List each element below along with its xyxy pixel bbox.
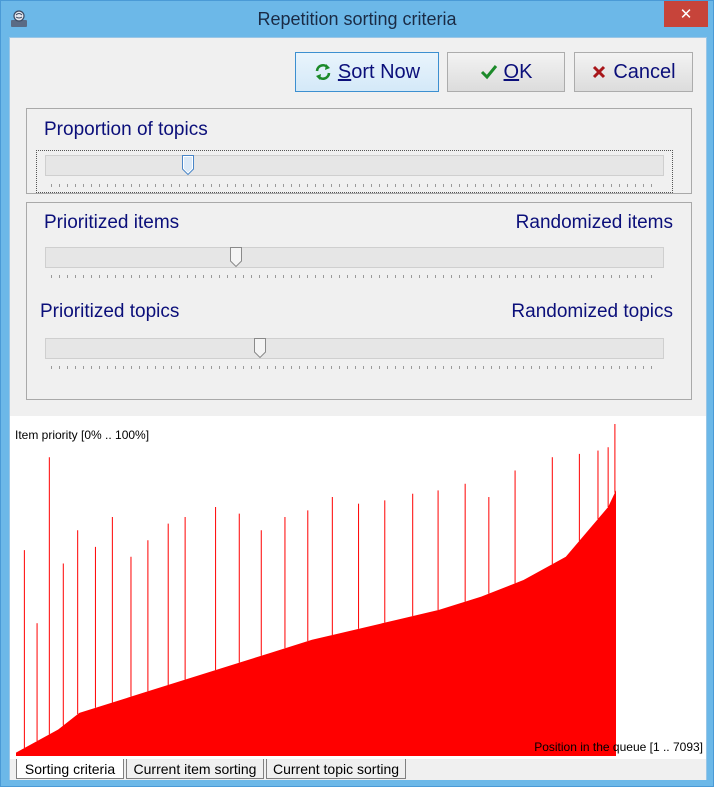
topics-slider-thumb[interactable]	[181, 155, 194, 175]
chart-y-axis-title: Item priority [0% .. 100%]	[15, 428, 150, 442]
topics-proportion-slider[interactable]	[45, 155, 664, 176]
slider-ticks	[51, 275, 658, 278]
chart-x-axis-title: Position in the queue [1 .. 7093]	[534, 740, 703, 754]
tab-strip: Sorting criteria Current item sorting Cu…	[10, 759, 706, 780]
prioritized-topics-label: Prioritized topics	[40, 301, 180, 322]
sort-now-label: ort Now	[351, 60, 421, 83]
ok-hotkey: O	[503, 60, 520, 83]
topics-balance-slider[interactable]	[45, 338, 664, 359]
priority-chart-plot	[16, 424, 616, 756]
priority-balance-group: Prioritized items Randomized items Prior…	[26, 202, 692, 400]
tab-current-topic-sorting[interactable]: Current topic sorting	[266, 759, 406, 779]
prioritized-items-label: Prioritized items	[44, 212, 180, 233]
randomized-items-label: Randomized items	[515, 212, 673, 233]
items-slider-thumb[interactable]	[230, 247, 243, 267]
ok-label: K	[519, 60, 533, 83]
tab-current-item-sorting[interactable]: Current item sorting	[126, 759, 264, 779]
topics-proportion-group: Proportion of topics	[26, 108, 692, 194]
randomized-topics-label: Randomized topics	[511, 301, 673, 322]
checkmark-icon	[480, 65, 497, 80]
window-title: Repetition sorting criteria	[257, 9, 457, 29]
slider-ticks	[51, 366, 658, 369]
refresh-icon	[315, 64, 331, 80]
tab-sorting-criteria[interactable]: Sorting criteria	[16, 759, 124, 779]
close-icon: ✕	[679, 6, 693, 23]
items-balance-slider[interactable]	[45, 247, 664, 268]
cancel-label: Cancel	[613, 60, 676, 83]
close-button[interactable]: ✕	[664, 1, 708, 27]
cancel-button[interactable]: Cancel	[574, 52, 693, 92]
sort-now-button[interactable]: Sort Now	[295, 52, 439, 92]
dialog-client-area: Sort Now OK Cancel Proportion of topics	[9, 37, 707, 780]
priority-area	[16, 490, 616, 756]
cross-icon	[593, 65, 606, 79]
ok-button[interactable]: OK	[447, 52, 565, 92]
topics-proportion-label: Proportion of topics	[44, 119, 208, 140]
sort-now-hotkey: S	[337, 60, 352, 83]
sorting-criteria-window: Repetition sorting criteria ✕ Sort Now O…	[0, 0, 714, 787]
slider-ticks	[51, 184, 658, 187]
priority-chart: Item priority [0% .. 100%] Position in t…	[10, 416, 706, 759]
topics-balance-slider-thumb[interactable]	[254, 338, 267, 358]
title-bar[interactable]: Repetition sorting criteria ✕	[1, 1, 713, 37]
